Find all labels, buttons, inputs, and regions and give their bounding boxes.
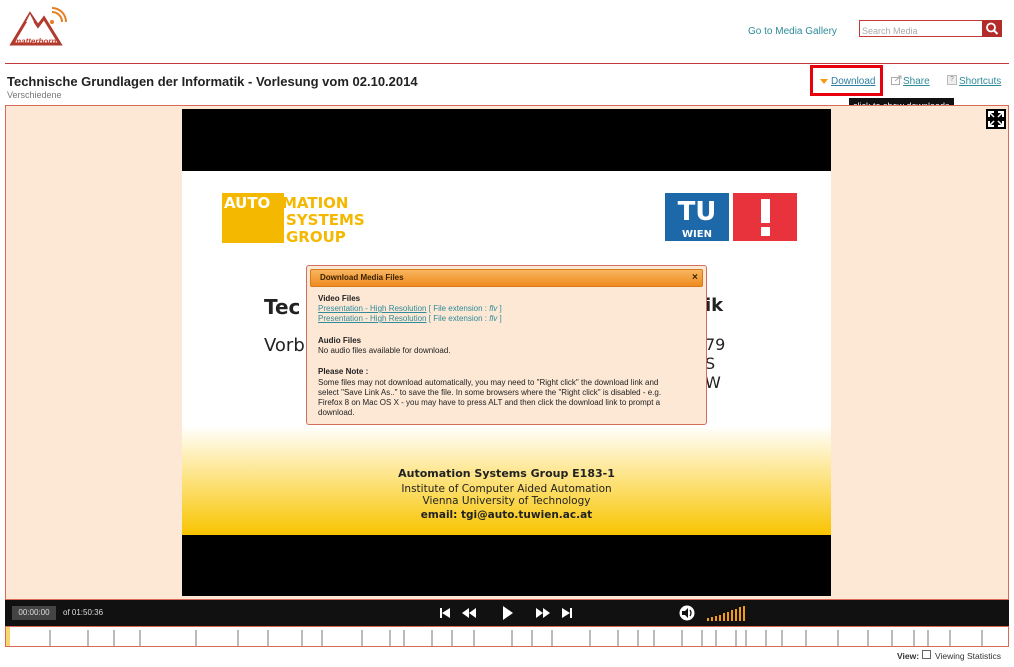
keyboard-shortcuts-icon[interactable]: ?: [947, 75, 957, 85]
view-label: View:: [897, 651, 920, 661]
header-divider: [5, 63, 1009, 64]
search-icon: [986, 22, 999, 35]
video-file-item: Presentation - High Resolution [ File ex…: [318, 314, 502, 323]
share-link[interactable]: Share: [903, 76, 930, 87]
viewing-statistics-label[interactable]: Viewing Statistics: [935, 651, 1001, 661]
volume-slider[interactable]: [707, 605, 747, 621]
note-line: download.: [318, 408, 355, 417]
close-icon[interactable]: ×: [692, 272, 698, 283]
file-extension-suffix: ]: [497, 304, 502, 313]
audio-files-text: No audio files available for download.: [318, 346, 451, 355]
slide-text-fragment: 79: [705, 335, 726, 354]
video-file-link[interactable]: Presentation - High Resolution: [318, 314, 427, 323]
svg-text:WIEN: WIEN: [682, 229, 712, 240]
page-subtitle: Verschiedene: [7, 90, 62, 100]
logo-text: matterhorn: [14, 37, 57, 46]
go-to-media-gallery-link[interactable]: Go to Media Gallery: [748, 26, 837, 37]
automation-systems-group-logo: AUTO MATION SYSTEMS GROUP: [222, 193, 365, 243]
video-file-item: Presentation - High Resolution [ File ex…: [318, 304, 502, 313]
play-icon[interactable]: [499, 605, 515, 621]
file-extension-suffix: ]: [497, 314, 502, 323]
page-title: Technische Grundlagen der Informatik - V…: [7, 74, 418, 89]
download-media-dialog: Download Media Files × Video Files Prese…: [306, 265, 707, 425]
search-box: [859, 20, 983, 39]
duration: of 01:50:36: [63, 608, 104, 617]
shortcuts-link[interactable]: Shortcuts: [959, 76, 1001, 87]
slide-footer-line: Institute of Computer Aided Automation: [401, 483, 612, 495]
fast-forward-icon[interactable]: [535, 605, 551, 621]
dialog-header: Download Media Files ×: [310, 269, 703, 287]
search-button[interactable]: [982, 20, 1002, 37]
fullscreen-button[interactable]: [986, 109, 1006, 129]
slide-text-fragment: W: [705, 373, 721, 392]
search-input[interactable]: [860, 23, 982, 39]
file-extension-prefix: [ File extension :: [428, 304, 490, 313]
slide-subheading-fragment: Vorb: [264, 335, 305, 356]
svg-text:AUTO: AUTO: [224, 194, 270, 212]
skip-forward-icon[interactable]: [559, 605, 575, 621]
slide-heading-fragment: Tec: [264, 295, 301, 319]
slide-footer-line: Vienna University of Technology: [422, 495, 591, 507]
svg-text:SYSTEMS: SYSTEMS: [286, 211, 365, 229]
video-file-link[interactable]: Presentation - High Resolution: [318, 304, 427, 313]
file-extension-prefix: [ File extension :: [428, 314, 490, 323]
svg-text:MATION: MATION: [282, 194, 349, 212]
dialog-title: Download Media Files: [320, 273, 404, 282]
svg-text:GROUP: GROUP: [286, 228, 346, 243]
player-controls: 00:00:00 of 01:50:36: [5, 600, 1009, 626]
viewing-statistics-checkbox[interactable]: [922, 650, 931, 659]
slide-footer-line: Automation Systems Group E183-1: [398, 467, 615, 480]
note-line: Firefox 8 on Mac OS X - you may have to …: [318, 398, 661, 407]
audio-files-heading: Audio Files: [318, 336, 362, 345]
svg-text:TU: TU: [678, 197, 717, 227]
share-icon[interactable]: [891, 75, 902, 85]
segment-timeline[interactable]: [5, 626, 1009, 647]
fullscreen-icon: [988, 111, 1004, 127]
skip-back-icon[interactable]: [437, 605, 453, 621]
slide-footer-email: email: tgi@auto.tuwien.ac.at: [420, 509, 593, 521]
tu-wien-logo: TU WIEN: [665, 193, 797, 241]
current-time[interactable]: 00:00:00: [12, 606, 56, 620]
note-line: select "Save Link As.." to save the file…: [318, 388, 662, 397]
video-files-heading: Video Files: [318, 294, 361, 303]
note-line: Some files may not download automaticall…: [318, 378, 659, 387]
slide-heading-fragment-right: ik: [705, 295, 724, 316]
volume-icon[interactable]: [679, 605, 695, 621]
segment-markers: [49, 630, 983, 646]
note-heading: Please Note :: [318, 367, 369, 376]
rewind-icon[interactable]: [461, 605, 477, 621]
download-highlight-box: [810, 65, 883, 96]
